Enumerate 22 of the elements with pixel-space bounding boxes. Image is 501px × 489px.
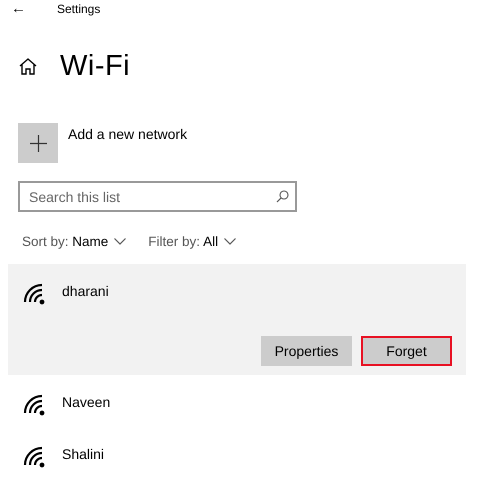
add-network-button[interactable] [18,123,58,163]
network-name[interactable]: Shalini [62,446,104,462]
back-button[interactable]: ← [11,1,27,17]
plus-icon [30,134,46,152]
chevron-down-icon [224,238,236,245]
home-icon[interactable] [19,58,37,74]
search-icon [276,190,289,203]
network-name[interactable]: dharani [62,283,109,299]
page-title: Wi-Fi [60,50,130,82]
wifi-icon [22,445,46,469]
wifi-icon [22,282,46,306]
window-title: Settings [57,2,100,16]
wifi-icon [22,393,46,417]
forget-button[interactable]: Forget [361,336,452,366]
add-network-label[interactable]: Add a new network [68,126,188,142]
chevron-down-icon [114,238,126,245]
search-field[interactable]: Search this list [18,181,297,212]
properties-button[interactable]: Properties [261,336,352,366]
filter-dropdown[interactable]: Filter by: All [148,234,236,249]
sort-dropdown[interactable]: Sort by: Name [22,234,126,249]
network-row[interactable]: dharani Properties Forget [8,264,466,375]
network-name[interactable]: Naveen [62,394,110,410]
